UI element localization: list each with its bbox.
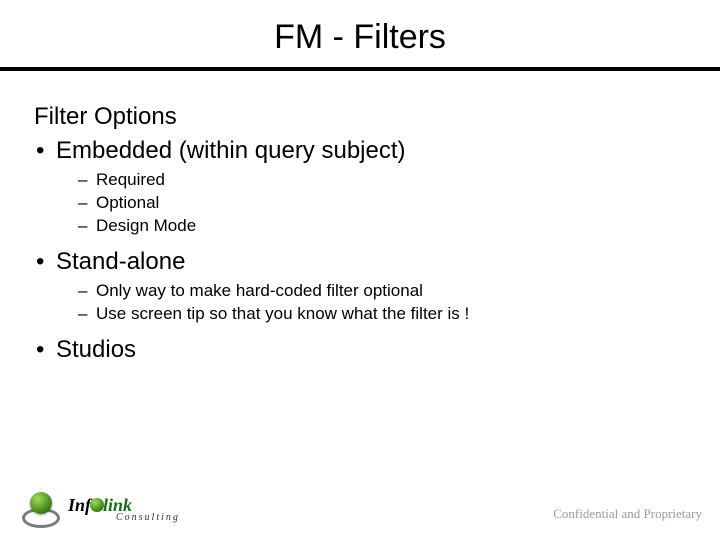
bullet-list: Embedded (within query subject) Required…	[34, 137, 686, 364]
footer: Inflink Consulting Confidential and Prop…	[0, 480, 720, 540]
confidential-text: Confidential and Proprietary	[553, 506, 702, 522]
sub-list: Only way to make hard-coded filter optio…	[56, 280, 686, 326]
slide-content: Filter Options Embedded (within query su…	[0, 71, 720, 364]
bullet-embedded: Embedded (within query subject) Required…	[34, 137, 686, 238]
bullet-label: Embedded (within query subject)	[56, 137, 406, 164]
logo-mark-icon	[20, 488, 62, 530]
logo-part1: Inf	[68, 495, 91, 515]
sub-item: Only way to make hard-coded filter optio…	[78, 280, 686, 303]
logo-text: Inflink Consulting	[68, 496, 180, 523]
sub-list: Required Optional Design Mode	[56, 169, 686, 238]
bullet-studios: Studios	[34, 336, 686, 364]
slide: FM - Filters Filter Options Embedded (wi…	[0, 0, 720, 540]
bullet-label: Studios	[56, 336, 136, 363]
logo-name: Inflink	[68, 496, 180, 514]
logo: Inflink Consulting	[20, 488, 180, 530]
sub-item: Optional	[78, 192, 686, 215]
globe-icon	[90, 498, 104, 512]
section-heading: Filter Options	[34, 103, 686, 131]
bullet-standalone: Stand-alone Only way to make hard-coded …	[34, 248, 686, 326]
sub-item: Required	[78, 169, 686, 192]
sub-item: Use screen tip so that you know what the…	[78, 303, 686, 326]
sub-item: Design Mode	[78, 215, 686, 238]
slide-title: FM - Filters	[0, 0, 720, 57]
bullet-label: Stand-alone	[56, 248, 185, 275]
